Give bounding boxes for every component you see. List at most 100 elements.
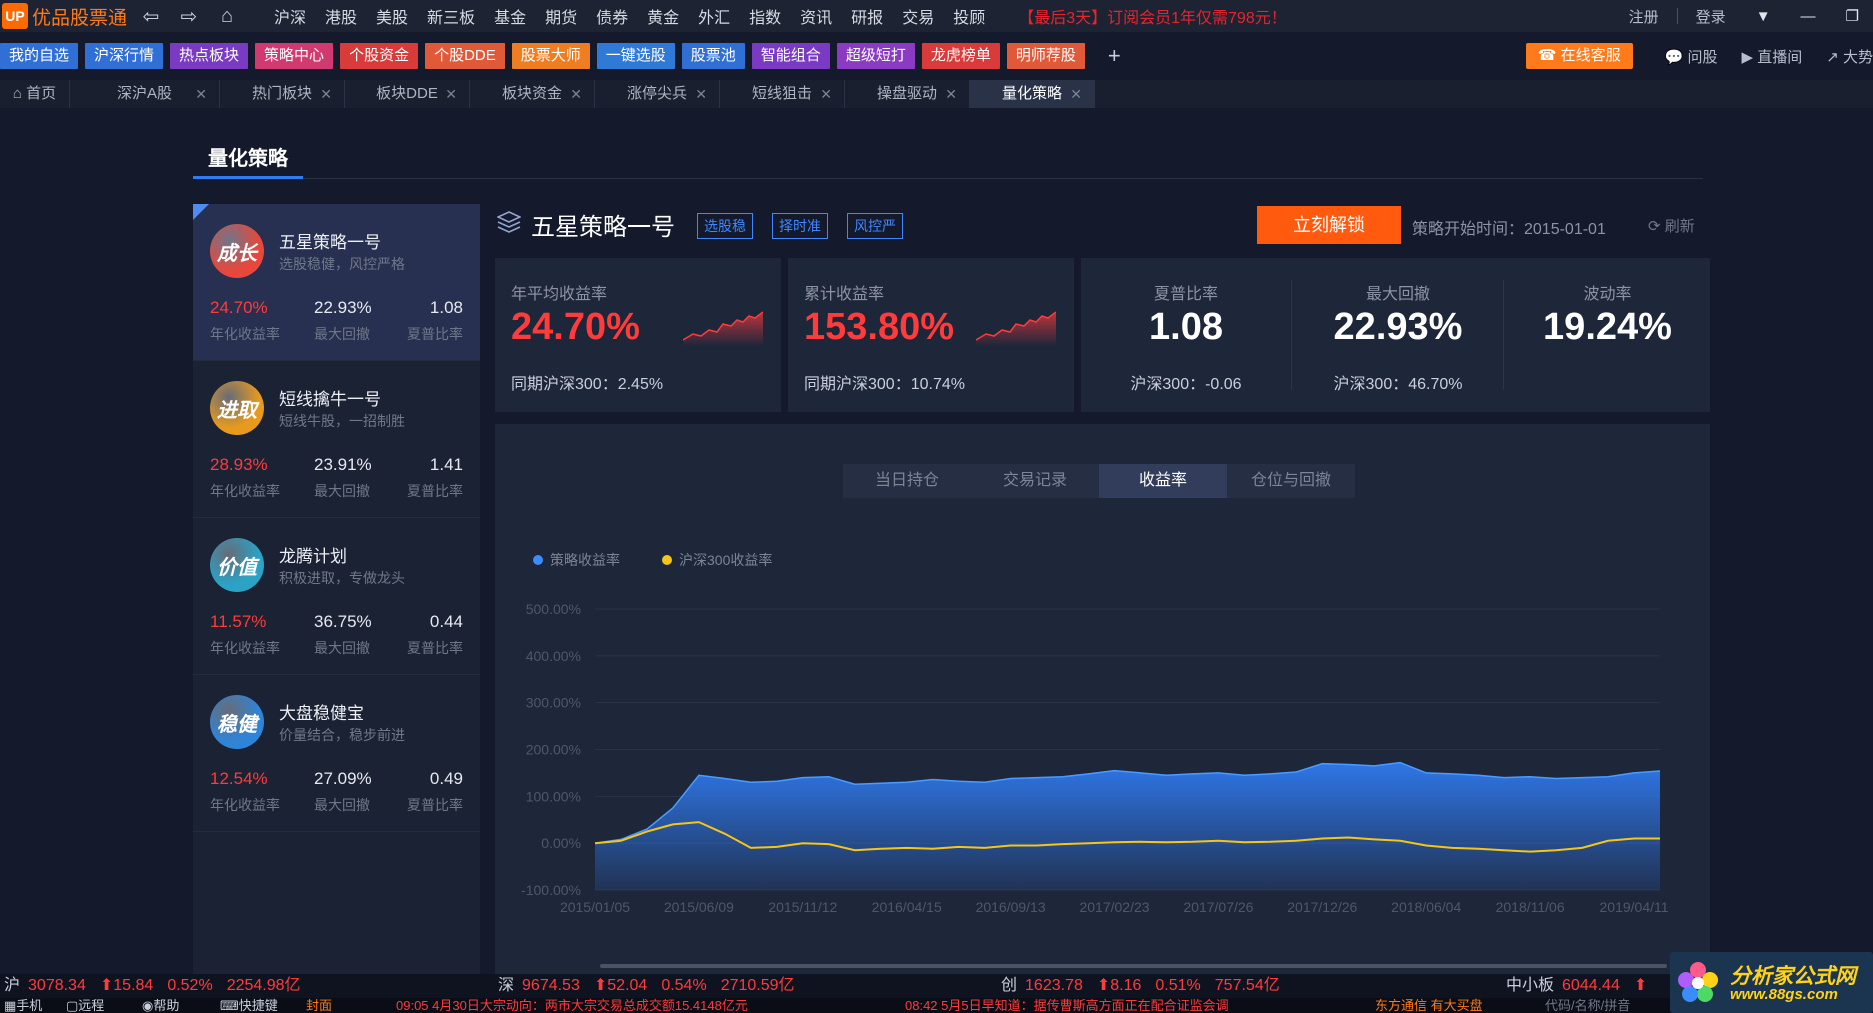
quick-button[interactable]: 热点板块 xyxy=(170,43,249,69)
close-icon[interactable]: ✕ xyxy=(445,80,457,108)
quick-button[interactable]: 个股资金 xyxy=(340,43,419,69)
strategy-card[interactable]: 稳健 大盘稳健宝 价量结合，稳步前进 12.54% 27.09% 0.49 年化收益率 最大回… xyxy=(193,675,480,832)
close-icon[interactable]: ✕ xyxy=(945,80,957,108)
back-arrow-icon[interactable]: ⇦ xyxy=(132,0,170,32)
status-item[interactable]: ◉ 帮助 xyxy=(142,998,179,1013)
max-drawdown-value: 22.93% xyxy=(314,298,372,317)
tab-item[interactable]: 板块资金 ✕ xyxy=(470,80,595,108)
tab-label: 板块资金 xyxy=(501,85,562,102)
status-item[interactable]: ⌨ 快捷键 xyxy=(220,998,278,1013)
tab-item[interactable]: 操盘驱动 ✕ xyxy=(845,80,970,108)
nav-item[interactable]: 黄金 xyxy=(647,4,679,28)
chart-scrollbar[interactable] xyxy=(600,964,1667,968)
tab-item[interactable]: 深沪A股 ✕ xyxy=(70,80,220,108)
nav-item[interactable]: 指数 xyxy=(749,4,781,28)
trend-button[interactable]: ↗ 大势 xyxy=(1826,46,1873,67)
nav-item[interactable]: 美股 xyxy=(376,4,408,28)
max-drawdown-value: 27.09% xyxy=(314,769,372,788)
y-tick-label: 400.00% xyxy=(526,648,581,664)
tab-label: 操盘驱动 xyxy=(876,85,937,102)
index-quote[interactable]: 沪 3078.34 ⬆15.84 0.52% 2254.98亿 xyxy=(4,974,315,998)
nav-item[interactable]: 沪深 xyxy=(274,4,306,28)
quick-button[interactable]: 智能组合 xyxy=(751,43,830,69)
forward-arrow-icon[interactable]: ⇨ xyxy=(170,0,208,32)
tab-item[interactable]: ⌂ 首页 xyxy=(0,80,70,108)
nav-item[interactable]: 期货 xyxy=(545,4,577,28)
tab-item[interactable]: 短线狙击 ✕ xyxy=(720,80,845,108)
close-icon[interactable]: ✕ xyxy=(695,80,707,108)
index-quote[interactable]: 创 1623.78 ⬆8.16 0.51% 757.54亿 xyxy=(1001,974,1294,998)
strategy-card[interactable]: 成长 五星策略一号 选股稳健，风控严格 24.70% 22.93% 1.08 年化收益率 最大… xyxy=(193,204,480,361)
tab-label: 短线狙击 xyxy=(751,85,812,102)
index-quote[interactable]: 深 9674.53 ⬆52.04 0.54% 2710.59亿 xyxy=(498,974,809,998)
tab-item[interactable]: 热门板块 ✕ xyxy=(220,80,345,108)
quick-button[interactable]: 股票大师 xyxy=(511,43,590,69)
stock-search-input[interactable]: 代码/名称/拼音 xyxy=(1545,998,1630,1013)
news-item[interactable]: 09:05 4月30日大宗动向：两市大宗交易总成交额15.4148亿元 xyxy=(396,998,748,1013)
metric-label: 年化收益率 xyxy=(210,483,280,499)
restore-icon[interactable]: ❐ xyxy=(1846,7,1859,25)
nav-item[interactable]: 交易 xyxy=(902,4,934,28)
annual-return-value: 12.54% xyxy=(210,769,268,788)
quick-button[interactable]: 超级短打 xyxy=(836,43,915,69)
nav-item[interactable]: 外汇 xyxy=(698,4,730,28)
quick-button[interactable]: 龙虎榜单 xyxy=(921,43,1000,69)
return-chart[interactable]: 500.00% 400.00% 300.00% 200.00% 100.00% 0.00%… xyxy=(495,564,1710,964)
quick-button[interactable]: 个股DDE xyxy=(425,43,505,69)
strategy-card[interactable]: 进取 短线擒牛一号 短线牛股，一招制胜 28.93% 23.91% 1.41 年化收益率 最大… xyxy=(193,361,480,518)
close-icon[interactable]: ✕ xyxy=(320,80,332,108)
nav-item[interactable]: 港股 xyxy=(325,4,357,28)
chart-tab[interactable]: 当日持仓 xyxy=(843,464,971,498)
register-link[interactable]: 注册 xyxy=(1629,6,1659,27)
quick-button[interactable]: 策略中心 xyxy=(255,43,334,69)
chart-tab[interactable]: 收益率 xyxy=(1099,464,1227,498)
minimize-icon[interactable]: — xyxy=(1801,8,1816,25)
dropdown-icon[interactable]: ▼ xyxy=(1756,8,1771,25)
close-icon[interactable]: ✕ xyxy=(820,80,832,108)
quick-button[interactable]: 一键选股 xyxy=(596,43,675,69)
quick-button[interactable]: 我的自选 xyxy=(0,43,79,69)
x-tick-label: 2018/06/04 xyxy=(1391,899,1461,915)
nav-item[interactable]: 新三板 xyxy=(427,4,475,28)
online-service-button[interactable]: ☎ 在线客服 xyxy=(1525,43,1633,69)
add-icon[interactable]: + xyxy=(1108,43,1121,69)
news-item[interactable]: 08:42 5月5日早知道：据传曹斯高方面正在配合证监会调 xyxy=(905,998,1229,1013)
metric-label: 最大回撤 xyxy=(314,640,370,656)
status-item[interactable]: ▦ 手机 xyxy=(4,998,42,1013)
strategy-badge: 进取 xyxy=(210,381,264,435)
tab-item[interactable]: 板块DDE ✕ xyxy=(345,80,470,108)
nav-item[interactable]: 研报 xyxy=(851,4,883,28)
chart-tab[interactable]: 仓位与回撤 xyxy=(1227,464,1355,498)
refresh-button[interactable]: ⟳ 刷新 xyxy=(1648,215,1695,236)
quick-button[interactable]: 沪深行情 xyxy=(85,43,164,69)
alert-item[interactable]: 东方通信 有大买盘 xyxy=(1375,998,1483,1013)
unlock-button[interactable]: 立刻解锁 xyxy=(1257,206,1401,244)
status-item[interactable]: ▢ 远程 xyxy=(66,998,104,1013)
nav-item[interactable]: 基金 xyxy=(494,4,526,28)
app-logo[interactable]: UP 优品股票通 xyxy=(0,0,132,32)
close-icon[interactable]: ✕ xyxy=(570,80,582,108)
nav-item[interactable]: 资讯 xyxy=(800,4,832,28)
quick-button[interactable]: 明师荐股 xyxy=(1006,43,1085,69)
nav-item[interactable]: 投顾 xyxy=(953,4,985,28)
tab-item[interactable]: 涨停尖兵 ✕ xyxy=(595,80,720,108)
quick-button[interactable]: 股票池 xyxy=(681,43,745,69)
live-room-button[interactable]: ▶ 直播间 xyxy=(1742,46,1803,67)
promo-link[interactable]: 【最后3天】订阅会员1年仅需798元！ xyxy=(1018,4,1287,28)
close-icon[interactable]: ✕ xyxy=(195,80,207,108)
status-item[interactable]: 封面 xyxy=(306,998,332,1013)
title-underline xyxy=(193,176,303,179)
stat-annual: 年平均收益率 24.70% 同期沪深300：2.45% xyxy=(495,258,781,412)
chart-tab[interactable]: 交易记录 xyxy=(971,464,1099,498)
home-icon[interactable]: ⌂ xyxy=(208,0,246,32)
nav-item[interactable]: 债券 xyxy=(596,4,628,28)
ask-stock-button[interactable]: 💬 问股 xyxy=(1665,46,1718,67)
status-label: 手机 xyxy=(16,998,43,1013)
strategy-card[interactable]: 价值 龙腾计划 积极进取，专做龙头 11.57% 36.75% 0.44 年化收益率 最大回撤… xyxy=(193,518,480,675)
close-icon[interactable]: ✕ xyxy=(1070,80,1082,108)
login-link[interactable]: 登录 xyxy=(1696,6,1726,27)
index-amount: 2710.59亿 xyxy=(720,977,795,994)
tab-item[interactable]: 量化策略 ✕ xyxy=(970,80,1095,108)
index-quote[interactable]: 中小板 6044.44 ⬆ xyxy=(1506,974,1661,998)
tab-label: 深沪A股 xyxy=(116,85,172,102)
